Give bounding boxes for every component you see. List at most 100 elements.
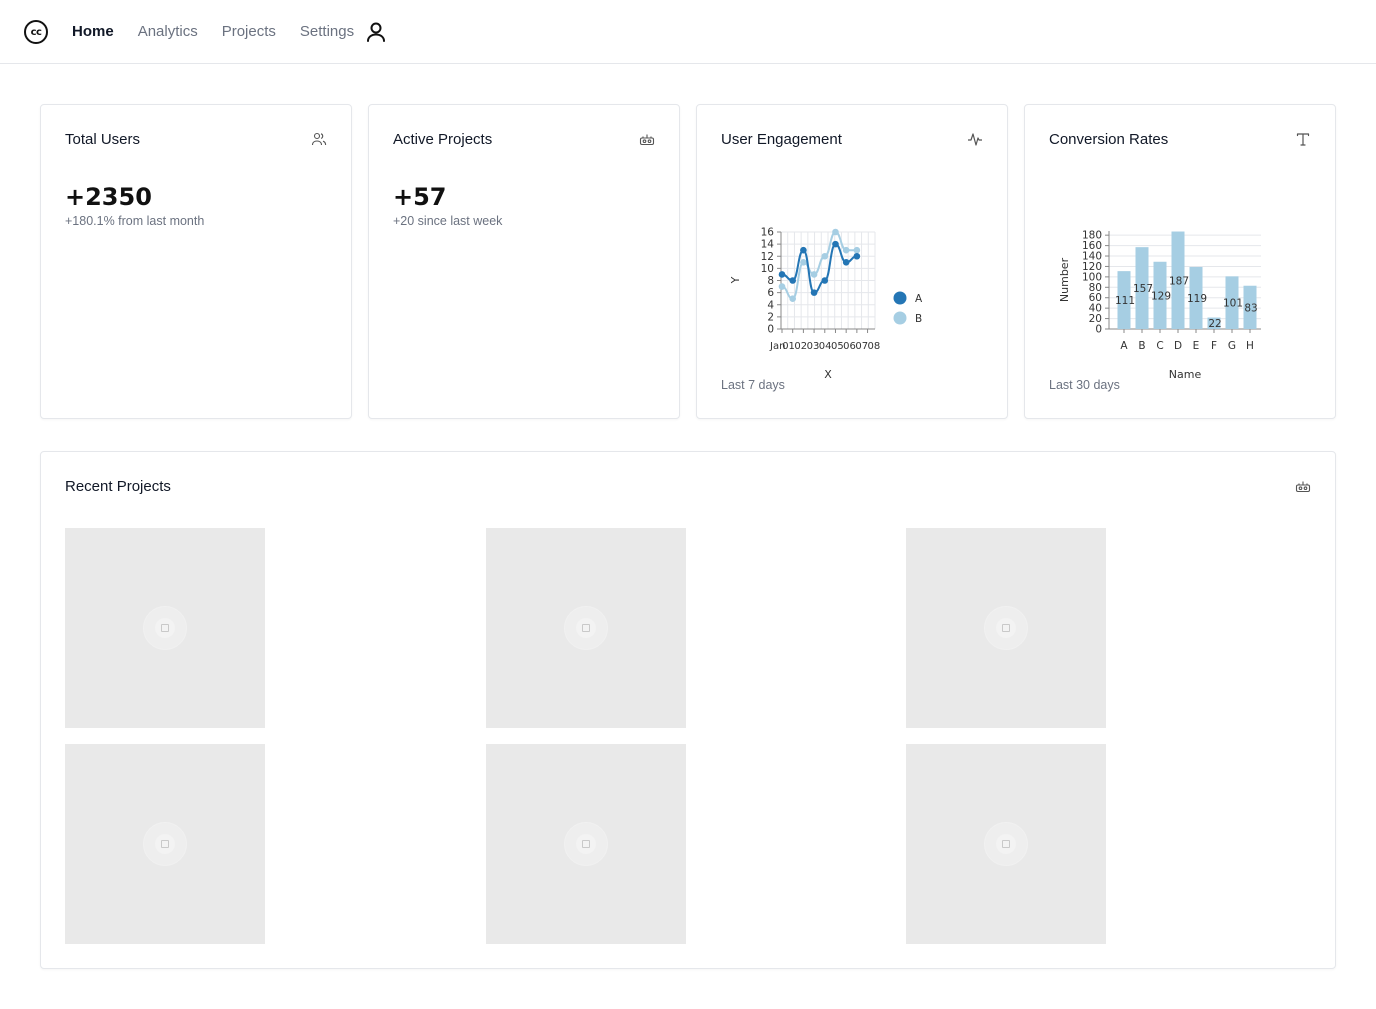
data-label-D: 187 [1169, 275, 1189, 287]
logo-icon[interactable]: cc [24, 20, 48, 44]
user-icon[interactable] [364, 20, 388, 44]
image-placeholder-icon [1002, 840, 1010, 848]
y-tick-label: 2 [767, 311, 774, 323]
engagement-line-chart: 0246810121416Jan01 02 03 04 05 06 07 08XYAB [729, 227, 923, 382]
x-tick-label: 06 [843, 341, 856, 352]
legend-swatch-A [893, 291, 907, 305]
card-active-projects: Active Projects +57 +20 since last week [368, 104, 680, 419]
image-placeholder-icon [161, 840, 169, 848]
x-tick-label: E [1193, 340, 1200, 352]
users-icon [311, 132, 327, 146]
data-point-B [832, 228, 839, 236]
conversion-foot: Last 30 days [1049, 378, 1120, 392]
data-label-A: 111 [1115, 295, 1135, 307]
x-tick-label: 01 [782, 341, 795, 352]
total-users-subtext: +180.1% from last month [65, 214, 205, 228]
projects-icon [639, 134, 655, 146]
card-recent-projects: Recent Projects [40, 451, 1336, 969]
card-title: Total Users [65, 131, 141, 148]
image-placeholder-icon [582, 624, 590, 632]
legend-label-A: A [915, 293, 923, 305]
x-tick-label: 08 [868, 341, 881, 352]
top-navbar: cc Home Analytics Projects Settings [0, 0, 1376, 64]
image-placeholder-icon [161, 624, 169, 632]
x-tick-label: 04 [819, 341, 832, 352]
y-tick-label: 120 [1082, 261, 1102, 273]
x-tick-label: D [1174, 340, 1182, 352]
y-tick-label: 16 [761, 227, 775, 239]
card-title: Active Projects [393, 131, 493, 148]
x-tick-label: 03 [807, 341, 820, 352]
data-point-A [832, 240, 839, 248]
y-tick-label: 4 [767, 299, 774, 311]
y-tick-label: 20 [1089, 313, 1102, 325]
x-tick-label: 02 [794, 341, 807, 352]
data-point-A [800, 246, 807, 254]
x-axis-label: X [824, 368, 832, 381]
card-total-users: Total Users +2350 +180.1% from last mont… [40, 104, 352, 419]
main-nav: Home Analytics Projects Settings [72, 22, 378, 42]
x-tick-label: 07 [855, 341, 868, 352]
card-conversion-rates: Conversion Rates 0 20 40 60 80 100 120 140 160 18… [1024, 104, 1336, 419]
y-tick-label: 180 [1082, 230, 1102, 242]
data-point-A [842, 259, 850, 266]
y-axis-label: Number [1058, 257, 1071, 302]
project-thumbnail[interactable] [65, 528, 265, 728]
y-tick-label: 14 [761, 239, 775, 251]
data-label-H: 83 [1244, 302, 1257, 314]
y-tick-label: 60 [1089, 292, 1102, 304]
projects-icon [1295, 481, 1311, 493]
x-tick-label: B [1138, 340, 1145, 352]
nav-analytics[interactable]: Analytics [138, 22, 198, 42]
image-placeholder-icon [582, 840, 590, 848]
data-point-B [842, 246, 850, 254]
project-thumbnail[interactable] [65, 744, 265, 944]
data-point-B [810, 271, 818, 278]
x-tick-label: G [1228, 340, 1236, 352]
nav-settings[interactable]: Settings [300, 22, 354, 42]
data-label-E: 119 [1187, 293, 1207, 305]
y-tick-label: 40 [1089, 303, 1102, 315]
project-thumbnail[interactable] [906, 528, 1106, 728]
y-tick-label: 6 [767, 287, 774, 299]
data-point-B [853, 246, 861, 254]
y-tick-label: 100 [1082, 271, 1102, 283]
image-placeholder-icon [1002, 624, 1010, 632]
total-users-value: +2350 [65, 183, 152, 211]
y-tick-label: 8 [767, 275, 774, 287]
y-tick-label: 0 [1095, 324, 1102, 336]
project-thumbnail[interactable] [486, 528, 686, 728]
conversion-bar-chart: 020406080100120140160180A111B157C129D187… [1058, 230, 1261, 381]
card-user-engagement: User Engagement 0 2 4 6 8 10 12 14 16 Jan 01 02 03 04… [696, 104, 1008, 419]
active-projects-subtext: +20 since last week [393, 214, 503, 228]
y-tick-label: 160 [1082, 240, 1102, 252]
data-point-B [789, 295, 796, 302]
data-point-B [821, 252, 829, 260]
logo-text: cc [30, 26, 42, 38]
data-point-A [853, 252, 861, 260]
y-tick-label: 80 [1089, 282, 1102, 294]
nav-home[interactable]: Home [72, 22, 114, 42]
data-point-A [810, 289, 818, 296]
legend-swatch-B [893, 311, 907, 325]
nav-projects[interactable]: Projects [222, 22, 276, 42]
x-tick-label: H [1246, 340, 1254, 352]
data-point-A [821, 277, 829, 284]
data-label-G: 101 [1223, 298, 1243, 310]
y-axis-label: Y [729, 276, 742, 284]
y-tick-label: 12 [761, 251, 774, 263]
x-tick-label: A [1120, 340, 1128, 352]
y-tick-label: 0 [767, 324, 774, 336]
active-projects-value: +57 [393, 183, 447, 211]
y-tick-label: 10 [761, 263, 774, 275]
data-point-B [800, 259, 807, 266]
legend-label-B: B [915, 313, 922, 325]
engagement-foot: Last 7 days [721, 378, 785, 392]
x-axis-label: Name [1169, 368, 1202, 381]
project-thumbnail[interactable] [486, 744, 686, 944]
data-point-A [778, 271, 786, 278]
recent-projects-title: Recent Projects [65, 478, 171, 495]
project-thumbnail[interactable] [906, 744, 1106, 944]
x-tick-label: 05 [831, 341, 844, 352]
x-tick-label: F [1211, 340, 1217, 352]
